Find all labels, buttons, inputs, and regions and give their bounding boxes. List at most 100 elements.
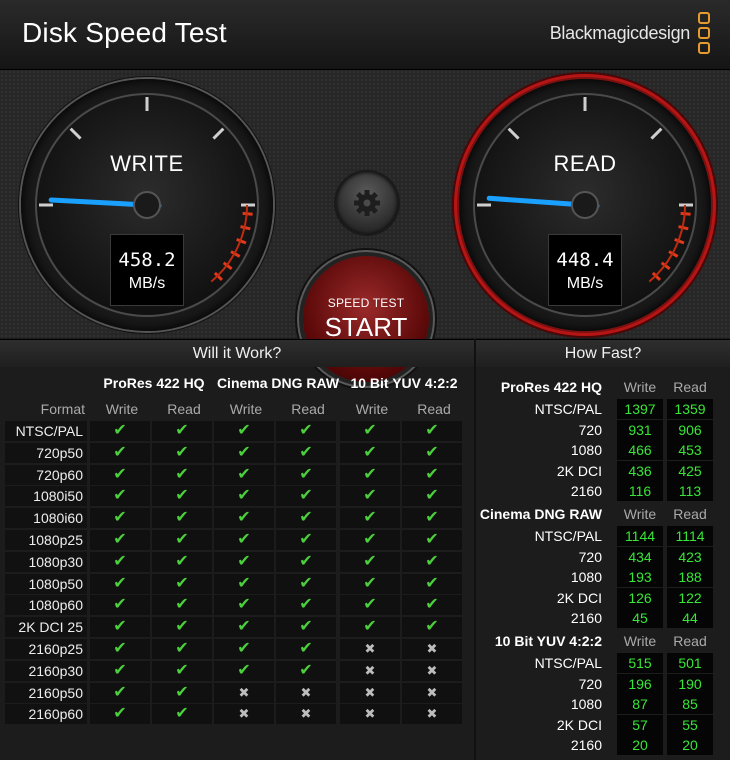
- speed-row-label: 2K DCI: [556, 716, 602, 733]
- brand-name: Blackmagicdesign: [549, 23, 691, 43]
- speed-row-label: 1080: [570, 696, 602, 713]
- section-column-header: Write: [623, 379, 657, 395]
- check-icon: ✔: [276, 660, 336, 681]
- read-gauge-label: READ: [553, 151, 617, 176]
- check-icon: ✔: [402, 464, 462, 485]
- cross-icon: ✖: [402, 682, 462, 703]
- format-row-label: 2160p60: [5, 704, 87, 725]
- cross-icon: ✖: [276, 704, 336, 725]
- read-speed-value: 55: [667, 714, 713, 735]
- column-group-header: 10 Bit YUV 4:2:2: [350, 375, 458, 391]
- check-icon: ✔: [340, 486, 400, 507]
- cross-icon: ✖: [340, 704, 400, 725]
- app-title: Disk Speed Test: [22, 17, 227, 48]
- check-icon: ✔: [276, 464, 336, 485]
- cross-icon: ✖: [402, 660, 462, 681]
- check-icon: ✔: [90, 464, 150, 485]
- check-icon: ✔: [214, 660, 274, 681]
- gauge-hub: [571, 191, 599, 219]
- check-icon: ✔: [276, 530, 336, 550]
- read-readout: 448.4 MB/s: [548, 234, 622, 306]
- read-speed-value: 453: [667, 440, 713, 461]
- format-row-label: 2K DCI 25: [5, 617, 87, 638]
- write-gauge: WRITE 458.2 MB/s: [21, 79, 273, 331]
- check-icon: ✔: [402, 595, 462, 616]
- cross-icon: ✖: [214, 682, 274, 703]
- check-icon: ✔: [214, 486, 274, 507]
- write-gauge-label: WRITE: [110, 151, 184, 176]
- check-icon: ✔: [402, 421, 462, 441]
- column-sub-header: Read: [291, 401, 325, 417]
- write-speed-value: 196: [617, 673, 663, 694]
- check-icon: ✔: [340, 595, 400, 616]
- format-row-label: 1080p50: [5, 573, 87, 594]
- check-icon: ✔: [340, 617, 400, 638]
- check-icon: ✔: [214, 551, 274, 572]
- check-icon: ✔: [214, 530, 274, 550]
- will-it-work-header: Will it Work?: [0, 339, 474, 367]
- check-icon: ✔: [152, 551, 212, 572]
- cross-icon: ✖: [402, 704, 462, 725]
- format-row-label: 1080i60: [5, 508, 87, 529]
- check-icon: ✔: [276, 639, 336, 659]
- check-icon: ✔: [214, 464, 274, 485]
- write-speed-value: 57: [617, 714, 663, 735]
- write-speed-value: 116: [617, 481, 663, 502]
- read-unit: MB/s: [566, 275, 604, 292]
- check-icon: ✔: [402, 551, 462, 572]
- format-row-label: 720p60: [5, 464, 87, 485]
- write-value: 458.2: [118, 249, 176, 271]
- check-icon: ✔: [90, 639, 150, 659]
- format-header: Format: [40, 401, 85, 417]
- check-icon: ✔: [152, 595, 212, 616]
- check-icon: ✔: [340, 573, 400, 594]
- section-column-header: Read: [673, 633, 707, 649]
- check-icon: ✔: [214, 573, 274, 594]
- title-bar: Disk Speed Test Blackmagicdesign: [0, 0, 730, 70]
- cross-icon: ✖: [340, 682, 400, 703]
- cross-icon: ✖: [340, 639, 400, 659]
- column-sub-header: Write: [105, 401, 139, 417]
- settings-button[interactable]: [336, 172, 398, 234]
- speed-row-label: NTSC/PAL: [534, 655, 602, 671]
- check-icon: ✔: [152, 682, 212, 703]
- check-icon: ✔: [90, 530, 150, 550]
- section-title: ProRes 422 HQ: [500, 379, 602, 395]
- write-speed-value: 436: [617, 460, 663, 481]
- check-icon: ✔: [90, 486, 150, 507]
- write-speed-value: 515: [617, 653, 663, 673]
- gauge-redzone-arc: [648, 204, 686, 283]
- check-icon: ✔: [152, 464, 212, 485]
- gauge-area: WRITE 458.2 MB/s SPEED TEST START READ 4…: [0, 70, 730, 382]
- section-column-header: Read: [673, 506, 707, 522]
- panel-divider: [474, 339, 476, 760]
- check-icon: ✔: [276, 573, 336, 594]
- check-icon: ✔: [152, 508, 212, 529]
- check-icon: ✔: [90, 660, 150, 681]
- check-icon: ✔: [90, 442, 150, 463]
- read-value: 448.4: [556, 249, 614, 271]
- speed-row-label: 1080: [570, 442, 602, 459]
- format-row-label: 1080i50: [5, 486, 87, 507]
- read-speed-value: 1359: [667, 399, 713, 419]
- format-row-label: NTSC/PAL: [5, 421, 87, 441]
- write-unit: MB/s: [128, 275, 166, 292]
- check-icon: ✔: [152, 442, 212, 463]
- column-sub-header: Write: [355, 401, 389, 417]
- gear-icon: [354, 190, 380, 216]
- read-speed-value: 190: [667, 673, 713, 694]
- section-title: Cinema DNG RAW: [479, 506, 602, 522]
- read-speed-value: 906: [667, 419, 713, 440]
- check-icon: ✔: [276, 551, 336, 572]
- read-speed-value: 44: [667, 608, 713, 629]
- column-group-header: Cinema DNG RAW: [216, 375, 340, 391]
- check-icon: ✔: [402, 530, 462, 550]
- gauge-tick: [212, 127, 225, 140]
- write-speed-value: 193: [617, 567, 663, 588]
- check-icon: ✔: [214, 508, 274, 529]
- read-speed-value: 85: [667, 694, 713, 715]
- read-gauge: READ 448.4 MB/s: [459, 79, 711, 331]
- write-readout: 458.2 MB/s: [110, 234, 184, 306]
- speed-row-label: NTSC/PAL: [534, 401, 602, 417]
- check-icon: ✔: [90, 508, 150, 529]
